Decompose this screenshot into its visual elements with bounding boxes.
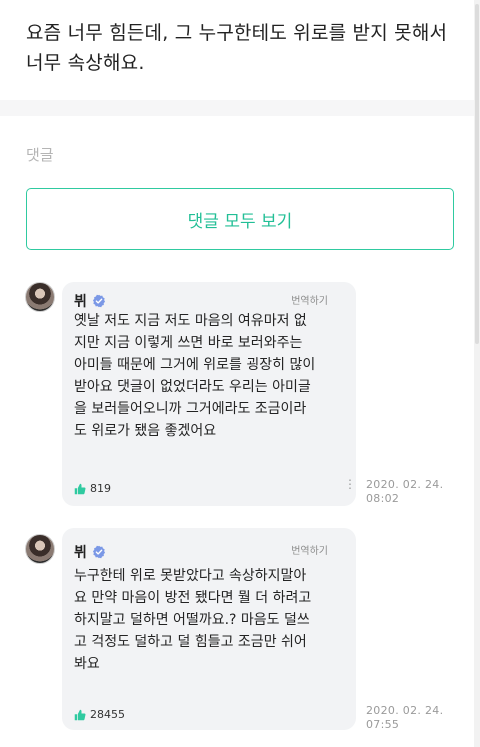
comment-text-line: 누구한테 위로 못받았다고 속상하지말아	[74, 568, 307, 584]
like-count: 28455	[90, 708, 125, 721]
author-name: 뷔	[74, 545, 87, 561]
comment-bubble: 뷔 번역하기 옛날 저도 지금 저도 마음의 여유마저 없 지만 지금 이렇게 …	[62, 282, 356, 506]
comment-text-line: 을 보러들어오니까 그거에라도 조금이라	[74, 401, 307, 417]
comment-text-line: 요 만약 마음이 방전 됐다면 뭘 더 하려고	[74, 590, 312, 606]
comment-text-line: 하지말고 덜하면 어떨까요.? 마음도 덜쓰	[74, 612, 310, 628]
post-text-line: 요즘 너무 힘든데, 그 누구한테도 위로를 받지 못해서	[26, 22, 448, 44]
comment-text-line: 아미들 때문에 그거에 위로를 굉장히 많이	[74, 357, 316, 373]
translate-link[interactable]: 번역하기	[291, 542, 328, 557]
post-text-line: 너무 속상해요.	[26, 52, 145, 74]
comment-timestamp: 2020. 02. 24. 07:55	[366, 704, 443, 732]
comment-text-line: 봐요	[74, 656, 100, 672]
comment-time: 08:02	[366, 492, 400, 505]
comment-text: 누구한테 위로 못받았다고 속상하지말아 요 만약 마음이 방전 됐다면 뭘 더…	[74, 565, 346, 675]
comment-text-line: 고 걱정도 덜하고 덜 힘들고 조금만 쉬어	[74, 634, 307, 650]
comment-timestamp: 2020. 02. 24. 08:02	[366, 478, 443, 506]
author-name: 뷔	[74, 294, 87, 310]
comment-date: 2020. 02. 24.	[366, 478, 444, 491]
comment-text-line: 옛날 저도 지금 저도 마음의 여유마저 없	[74, 313, 307, 329]
scrollbar-thumb[interactable]	[475, 4, 479, 344]
like-button[interactable]: 819	[74, 482, 111, 495]
post-text: 요즘 너무 힘든데, 그 누구한테도 위로를 받지 못해서 너무 속상해요.	[26, 18, 456, 78]
thumbs-up-icon	[74, 709, 86, 720]
avatar[interactable]	[25, 534, 55, 564]
comment-text-line: 지만 지금 이렇게 쓰면 바로 보러와주는	[74, 335, 303, 351]
comment-text-line: 받아요 댓글이 없었더라도 우리는 아미글	[74, 379, 311, 395]
comment-date: 2020. 02. 24.	[366, 704, 444, 717]
like-count: 819	[90, 482, 111, 495]
view-all-comments-button[interactable]: 댓글 모두 보기	[26, 188, 454, 250]
verified-badge-icon	[92, 545, 105, 559]
comment-author[interactable]: 뷔	[74, 291, 106, 311]
more-options-icon[interactable]: ⋮	[344, 478, 356, 490]
translate-link[interactable]: 번역하기	[291, 292, 328, 307]
like-button[interactable]: 28455	[74, 708, 125, 721]
thumbs-up-icon	[74, 483, 86, 494]
comment-time: 07:55	[366, 718, 400, 731]
verified-badge-icon	[92, 294, 105, 308]
comment-bubble: 뷔 번역하기 누구한테 위로 못받았다고 속상하지말아 요 만약 마음이 방전 …	[62, 528, 356, 730]
section-divider	[0, 100, 474, 116]
scrollbar[interactable]	[474, 0, 480, 747]
comments-heading: 댓글	[26, 146, 54, 164]
comment-text: 옛날 저도 지금 저도 마음의 여유마저 없 지만 지금 이렇게 쓰면 바로 보…	[74, 310, 346, 442]
avatar[interactable]	[25, 282, 55, 312]
comment-text-line: 도 위로가 됐음 좋겠어요	[74, 423, 217, 439]
comment-author[interactable]: 뷔	[74, 542, 106, 562]
